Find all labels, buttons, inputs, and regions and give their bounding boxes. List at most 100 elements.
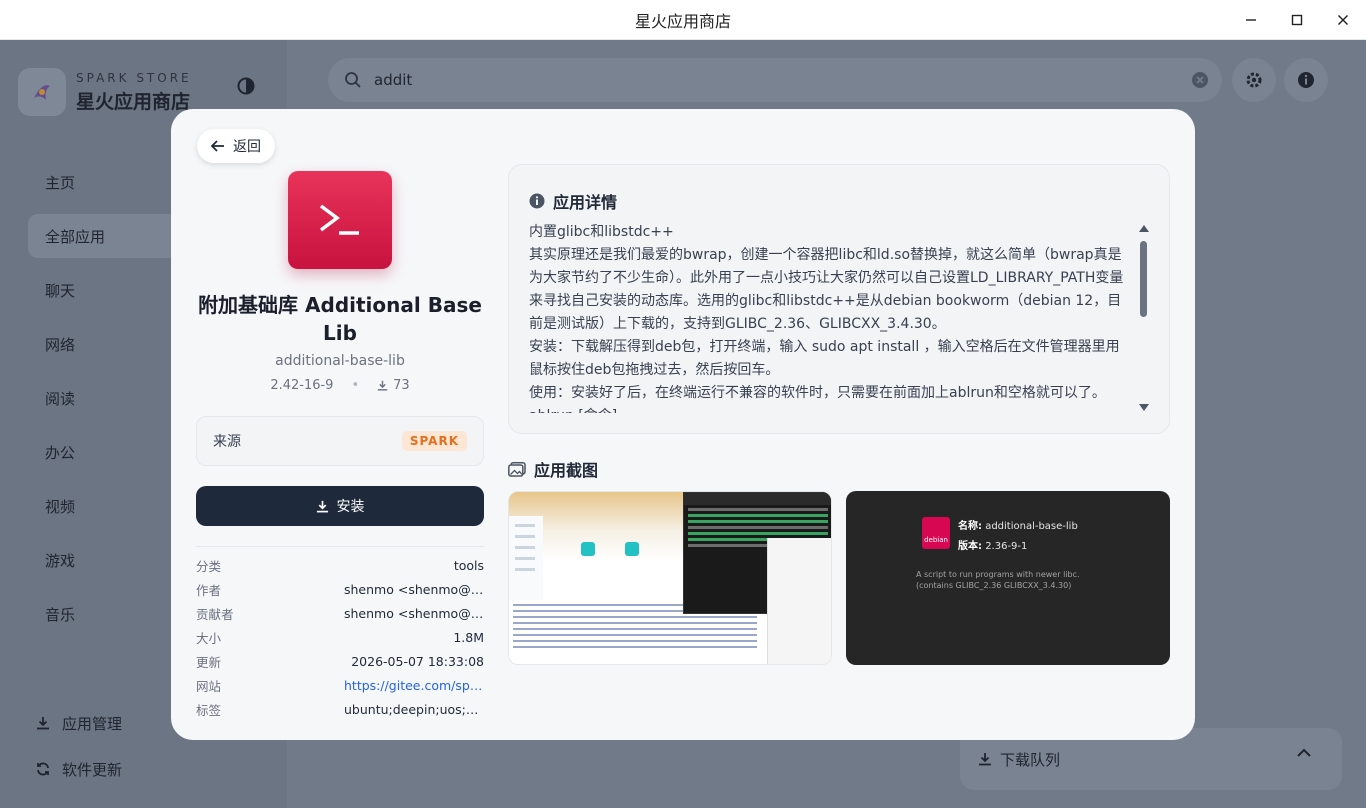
sidebar-item-label: 聊天 — [45, 281, 76, 300]
icon-text: debian — [924, 536, 948, 544]
description-scrollbar[interactable] — [1139, 225, 1149, 411]
package-info-name: 名称: additional-base-lib — [958, 521, 1078, 532]
sidebar-item-label: 主页 — [45, 173, 76, 192]
search-input[interactable] — [374, 71, 1154, 89]
scroll-thumb[interactable] — [1140, 241, 1147, 317]
window-controls — [1228, 0, 1366, 40]
brand-subtitle: SPARK STORE — [76, 70, 192, 85]
package-name: additional-base-lib — [275, 353, 405, 369]
download-count: 73 — [377, 378, 410, 393]
sidebar-item-label: 视频 — [45, 497, 76, 516]
meta-row-size: 大小 1.8M — [196, 625, 484, 649]
contrast-icon — [237, 77, 255, 95]
description-line: 安装：下载解压得到deb包，打开终端，输入 sudo apt install ，… — [529, 339, 1120, 378]
meta-key: 作者 — [196, 582, 222, 598]
clear-search-button[interactable] — [1192, 72, 1208, 88]
source-row: 来源 SPARK — [196, 416, 484, 466]
app-management-label: 应用管理 — [62, 714, 123, 733]
app-management-button[interactable]: 应用管理 — [36, 700, 122, 746]
meta-key: 贡献者 — [196, 606, 234, 622]
window-title: 星火应用商店 — [634, 11, 731, 31]
meta-row-tags: 标签 ubuntu;deepin;uos;debian — [196, 697, 484, 721]
download-count-value: 73 — [393, 378, 410, 393]
folder-icon — [581, 542, 595, 556]
source-label: 来源 — [213, 434, 241, 450]
app-version: 2.42-16-9 — [270, 378, 334, 393]
meta-key: 标签 — [196, 702, 222, 718]
settings-button[interactable] — [1232, 58, 1276, 102]
description-line: 其实原理还是我们最爱的bwrap，创建一个容器把libc和ld.so替换掉，就这… — [529, 247, 1124, 332]
meta-value: shenmo <shenmo@spark-app.store> — [344, 581, 484, 597]
debian-package-icon: debian — [922, 517, 950, 549]
install-label: 安装 — [336, 499, 365, 515]
info-icon — [529, 193, 545, 209]
screenshot-2[interactable]: debian 名称: additional-base-lib 版本: 2.36-… — [846, 491, 1170, 665]
spark-logo-icon — [18, 68, 66, 116]
software-update-button[interactable]: 软件更新 — [36, 746, 122, 792]
minimize-button[interactable] — [1228, 0, 1274, 40]
image-gallery-icon — [508, 461, 526, 477]
screenshots-heading: 应用截图 — [508, 457, 598, 481]
arrow-left-icon — [211, 140, 224, 152]
download-queue-label: 下载队列 — [1000, 750, 1061, 769]
search-icon — [345, 72, 361, 88]
meta-row-updated: 更新 2026-05-07 18:33:08 — [196, 649, 484, 673]
website-link[interactable]: https://gitee.com/spark-store-project — [344, 678, 484, 693]
sidebar-bottom: 应用管理 软件更新 — [36, 700, 122, 792]
download-icon — [979, 753, 991, 766]
download-icon — [316, 500, 328, 512]
source-badge: SPARK — [401, 431, 467, 451]
description-line: ablrun [命令] — [529, 405, 1133, 413]
scroll-down-arrow-icon[interactable] — [1139, 404, 1149, 411]
screenshot-file-manager — [767, 538, 831, 664]
minimize-icon — [1246, 19, 1256, 21]
sidebar-item-label: 阅读 — [45, 389, 76, 408]
sidebar-item-label: 网络 — [45, 335, 76, 354]
theme-toggle-button[interactable] — [236, 76, 256, 100]
description-title: 应用详情 — [553, 193, 618, 212]
meta-row-author: 作者 shenmo <shenmo@spark-app.store> — [196, 577, 484, 601]
maximize-icon — [1291, 14, 1303, 26]
meta-value: shenmo <shenmo@spark-app.store> — [344, 605, 484, 621]
app-detail-dialog: 返回 附加基础库 Additional Base Lib additional-… — [171, 109, 1195, 740]
gear-icon — [1246, 72, 1262, 88]
description-line: 使用：安装好了后，在终端运行不兼容的软件时，只需要在前面加上ablrun和空格就… — [529, 385, 1106, 401]
meta-value: 2026-05-07 18:33:08 — [351, 653, 484, 669]
app-metadata: 分类 tools 作者 shenmo <shenmo@spark-app.store… — [196, 546, 484, 721]
description-line: 内置glibc和libstdc++ — [529, 224, 674, 240]
meta-value: ubuntu;deepin;uos;debian — [344, 701, 484, 717]
description-heading: 应用详情 — [529, 189, 617, 213]
search-bar — [328, 58, 1222, 102]
description-card: 应用详情 内置glibc和libstdc++ 其实原理还是我们最爱的bwrap，… — [508, 164, 1170, 434]
sidebar-item-label: 全部应用 — [45, 227, 106, 246]
close-window-button[interactable] — [1320, 0, 1366, 40]
download-tray-icon — [37, 717, 49, 730]
back-button[interactable]: 返回 — [197, 129, 275, 163]
maximize-button[interactable] — [1274, 0, 1320, 40]
refresh-icon — [37, 762, 49, 776]
brand-name: 星火应用商店 — [76, 90, 191, 113]
scroll-up-arrow-icon[interactable] — [1139, 225, 1149, 232]
meta-row-contributor: 贡献者 shenmo <shenmo@spark-app.store> — [196, 601, 484, 625]
package-info-version: 版本: 2.36-9-1 — [958, 541, 1028, 552]
sidebar-item-label: 办公 — [45, 443, 76, 462]
meta-key: 网站 — [196, 678, 222, 694]
window-titlebar: 星火应用商店 — [0, 0, 1366, 40]
download-icon — [377, 380, 388, 391]
info-icon — [1298, 72, 1314, 88]
close-icon — [1196, 76, 1204, 84]
screenshot-1[interactable] — [508, 491, 832, 665]
about-button[interactable] — [1284, 58, 1328, 102]
brand: SPARK STORE 星火应用商店 — [18, 68, 192, 116]
install-button[interactable]: 安装 — [196, 486, 484, 526]
version-row: 2.42-16-9 • 73 — [196, 378, 484, 393]
chevron-up-icon — [1297, 748, 1311, 757]
package-info-description: A script to run programs with newer libc… — [916, 570, 1080, 590]
software-update-label: 软件更新 — [62, 760, 123, 779]
back-label: 返回 — [233, 139, 261, 155]
meta-row-category: 分类 tools — [196, 553, 484, 577]
meta-value: 1.8M — [453, 629, 484, 645]
meta-key: 更新 — [196, 654, 222, 670]
sidebar-item-label: 音乐 — [45, 605, 76, 624]
meta-value: tools — [453, 557, 484, 573]
